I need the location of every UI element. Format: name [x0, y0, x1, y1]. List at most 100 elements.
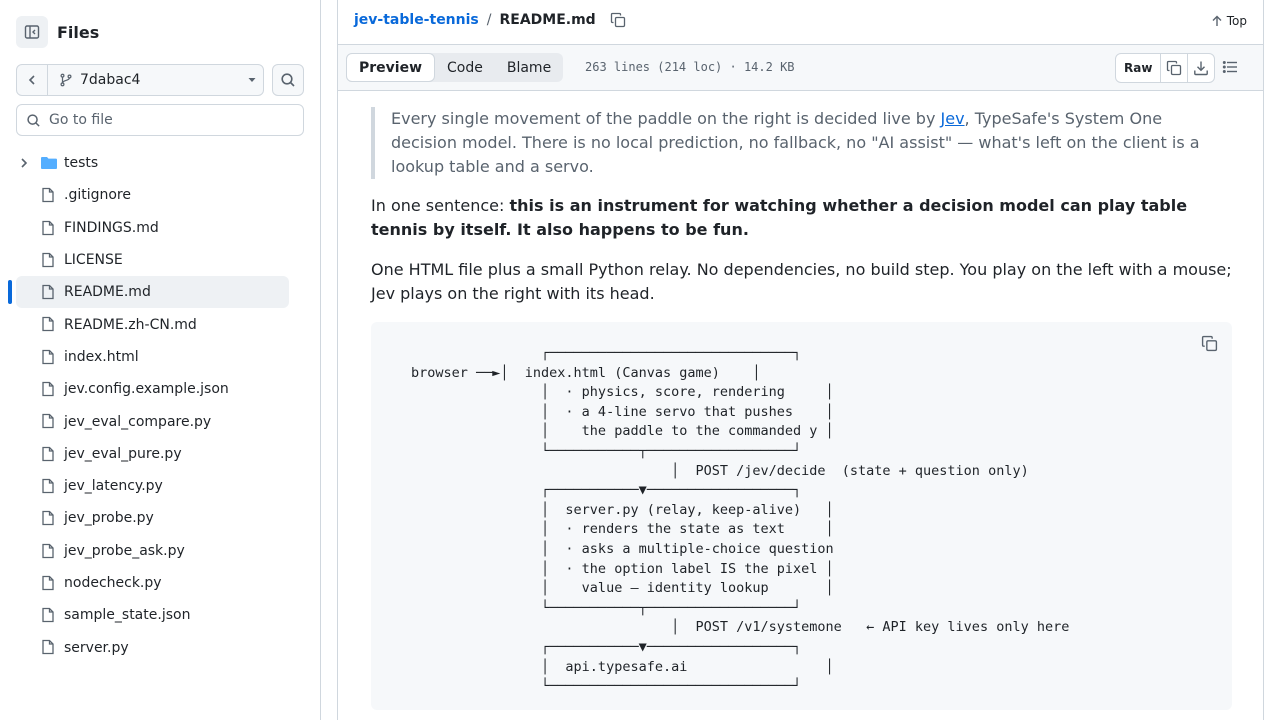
tree-item-label: index.html [64, 348, 139, 365]
tree-item-jev-probe-ask[interactable]: jev_probe_ask.py [0, 535, 320, 567]
tree-item-label: README.zh-CN.md [64, 316, 197, 333]
tree-item-readme-zh[interactable]: README.zh-CN.md [0, 308, 320, 340]
tree-item-sample-state[interactable]: sample_state.json [0, 599, 320, 631]
tree-item-label: jev_probe_ask.py [64, 542, 185, 559]
tab-preview[interactable]: Preview [346, 53, 436, 82]
tree-item-nodecheck[interactable]: nodecheck.py [0, 567, 320, 599]
summary-prefix: In one sentence: [371, 196, 510, 215]
tree-item-label: tests [64, 155, 99, 172]
tree-item-label: jev.config.example.json [64, 381, 229, 398]
tree-item-jev-config[interactable]: jev.config.example.json [0, 373, 320, 405]
go-to-file-input[interactable] [49, 112, 289, 128]
arrow-up-icon [1212, 15, 1222, 26]
chevron-left-icon [28, 75, 35, 85]
tree-item-license[interactable]: LICENSE [0, 244, 320, 276]
breadcrumb-file: README.md [499, 12, 596, 28]
file-icon [42, 252, 54, 268]
jev-link[interactable]: Jev [941, 109, 965, 128]
file-tree: tests .gitignore FINDINGS.md LICENSE REA… [0, 147, 320, 664]
file-icon [42, 575, 54, 591]
search-icon [281, 73, 295, 87]
description-paragraph: One HTML file plus a small Python relay.… [371, 260, 1232, 303]
search-button[interactable] [272, 64, 304, 96]
download-icon [1194, 61, 1209, 76]
file-icon [42, 608, 54, 623]
collapse-sidebar-button[interactable] [16, 16, 48, 48]
list-unordered-icon [1222, 61, 1237, 73]
file-icon [42, 511, 54, 526]
copy-path-button[interactable] [610, 12, 626, 28]
file-meta: 263 lines (214 loc) · 14.2 KB [585, 60, 795, 74]
tree-item-findings[interactable]: FINDINGS.md [0, 212, 320, 244]
search-icon [27, 113, 40, 127]
tree-item-index-html[interactable]: index.html [0, 341, 320, 373]
download-button[interactable] [1187, 54, 1214, 82]
copy-raw-button[interactable] [1160, 54, 1187, 82]
go-to-file-box[interactable] [16, 104, 304, 136]
quote-text-start: Every single movement of the paddle on t… [391, 109, 941, 128]
outline-button[interactable] [1222, 59, 1238, 75]
chevron-right-icon[interactable] [18, 157, 30, 169]
tab-code[interactable]: Code [435, 53, 495, 82]
tree-item-label: jev_eval_pure.py [64, 445, 182, 462]
raw-button[interactable]: Raw [1116, 54, 1160, 82]
tree-item-label: .gitignore [64, 187, 131, 204]
file-header: jev-table-tennis / README.md Top [338, 0, 1263, 45]
file-icon [42, 317, 54, 332]
tree-item-label: jev_probe.py [64, 510, 154, 527]
tree-item-server[interactable]: server.py [0, 631, 320, 663]
branch-label: 7dabac4 [80, 72, 141, 88]
file-icon [42, 414, 54, 429]
copy-icon [1201, 335, 1218, 352]
breadcrumb-repo-link[interactable]: jev-table-tennis [354, 12, 479, 28]
branch-selector[interactable]: 7dabac4 [16, 64, 265, 96]
file-icon [42, 640, 54, 655]
tree-item-label: jev_eval_compare.py [64, 413, 212, 430]
breadcrumb-separator: / [486, 12, 492, 28]
breadcrumb: jev-table-tennis / README.md [354, 12, 626, 28]
tree-item-label: sample_state.json [64, 607, 191, 624]
copy-code-button[interactable] [1201, 335, 1218, 352]
active-highlight [16, 276, 289, 309]
tree-item-label: LICENSE [64, 252, 123, 269]
file-toolbar: Preview Code Blame 263 lines (214 loc) ·… [338, 45, 1263, 91]
copy-icon [610, 12, 625, 28]
file-icon [42, 188, 54, 203]
file-icon [42, 381, 54, 397]
tab-blame[interactable]: Blame [495, 53, 563, 82]
sidebar-collapse-icon [24, 25, 40, 39]
tree-item-gitignore[interactable]: .gitignore [0, 179, 320, 211]
back-button[interactable] [17, 65, 48, 95]
file-icon [42, 478, 54, 494]
file-icon [42, 446, 54, 461]
git-branch-icon [60, 73, 72, 87]
back-to-top-button[interactable]: Top [1211, 14, 1247, 28]
tree-item-label: jev_latency.py [64, 478, 163, 495]
file-icon [42, 349, 54, 364]
tree-item-label: FINDINGS.md [64, 219, 159, 236]
tree-item-jev-eval-compare[interactable]: jev_eval_compare.py [0, 405, 320, 437]
branch-row: 7dabac4 [16, 64, 304, 96]
tree-item-jev-eval-pure[interactable]: jev_eval_pure.py [0, 438, 320, 470]
tree-item-label: server.py [64, 639, 129, 656]
architecture-diagram: ┌──────────────────────────────┐ browser… [411, 345, 1070, 695]
triangle-down-icon [248, 78, 256, 82]
tree-item-tests[interactable]: tests [0, 147, 320, 179]
file-icon [42, 285, 54, 300]
view-mode-tabs: Preview Code Blame [346, 53, 564, 82]
tree-item-jev-latency[interactable]: jev_latency.py [0, 470, 320, 502]
tree-item-label: README.md [64, 284, 151, 301]
branch-name[interactable]: 7dabac4 [48, 72, 241, 88]
folder-icon [41, 157, 57, 169]
intro-blockquote: Every single movement of the paddle on t… [371, 107, 1233, 179]
sidebar-title: Files [57, 22, 100, 42]
file-viewer: jev-table-tennis / README.md Top Preview… [337, 0, 1264, 720]
file-icon [42, 543, 54, 558]
top-label: Top [1226, 14, 1247, 28]
active-indicator [8, 280, 12, 305]
tree-item-jev-probe[interactable]: jev_probe.py [0, 502, 320, 534]
architecture-code-block: ┌──────────────────────────────┐ browser… [371, 322, 1232, 710]
file-actions: Raw [1115, 53, 1216, 83]
file-tree-sidebar: Files 7dabac4 tests [0, 0, 321, 720]
tree-item-readme[interactable]: README.md [0, 276, 320, 309]
